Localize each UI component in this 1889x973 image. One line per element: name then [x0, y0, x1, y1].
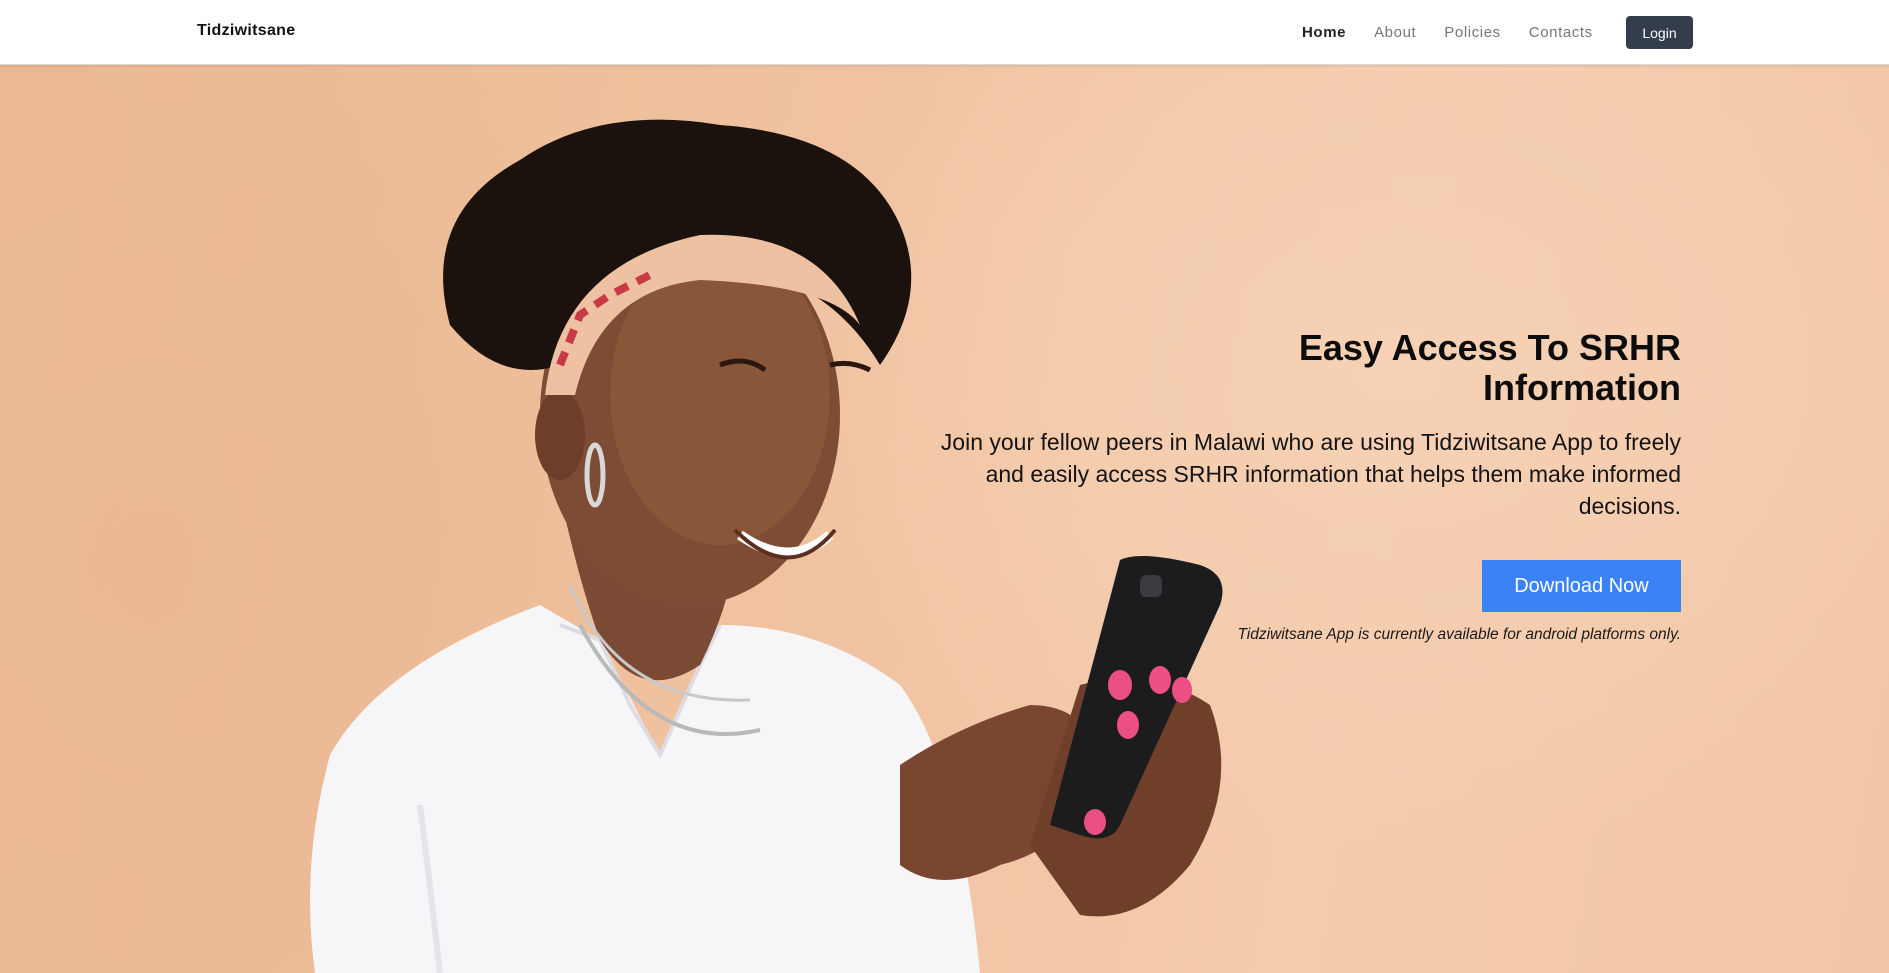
hero-title: Easy Access To SRHR Information	[1298, 327, 1681, 408]
brand-logo-link[interactable]: Tidziwitsane	[197, 22, 295, 40]
availability-note: Tidziwitsane App is currently available …	[1237, 626, 1681, 643]
nav-link-contacts[interactable]: Contacts	[1529, 24, 1593, 41]
nav-link-policies[interactable]: Policies	[1444, 24, 1501, 41]
nav-link-home[interactable]: Home	[1302, 24, 1346, 41]
navbar: Tidziwitsane Home About Policies Contact…	[0, 0, 1889, 65]
hero-content: Easy Access To SRHR Information Join you…	[921, 328, 1681, 644]
download-now-button[interactable]: Download Now	[1482, 560, 1681, 612]
nav-link-about[interactable]: About	[1374, 24, 1416, 41]
login-button[interactable]: Login	[1626, 16, 1693, 49]
hero-section: Easy Access To SRHR Information Join you…	[0, 65, 1889, 973]
hero-description: Join your fellow peers in Malawi who are…	[940, 429, 1681, 519]
nav-menu: Home About Policies Contacts	[1302, 24, 1621, 41]
